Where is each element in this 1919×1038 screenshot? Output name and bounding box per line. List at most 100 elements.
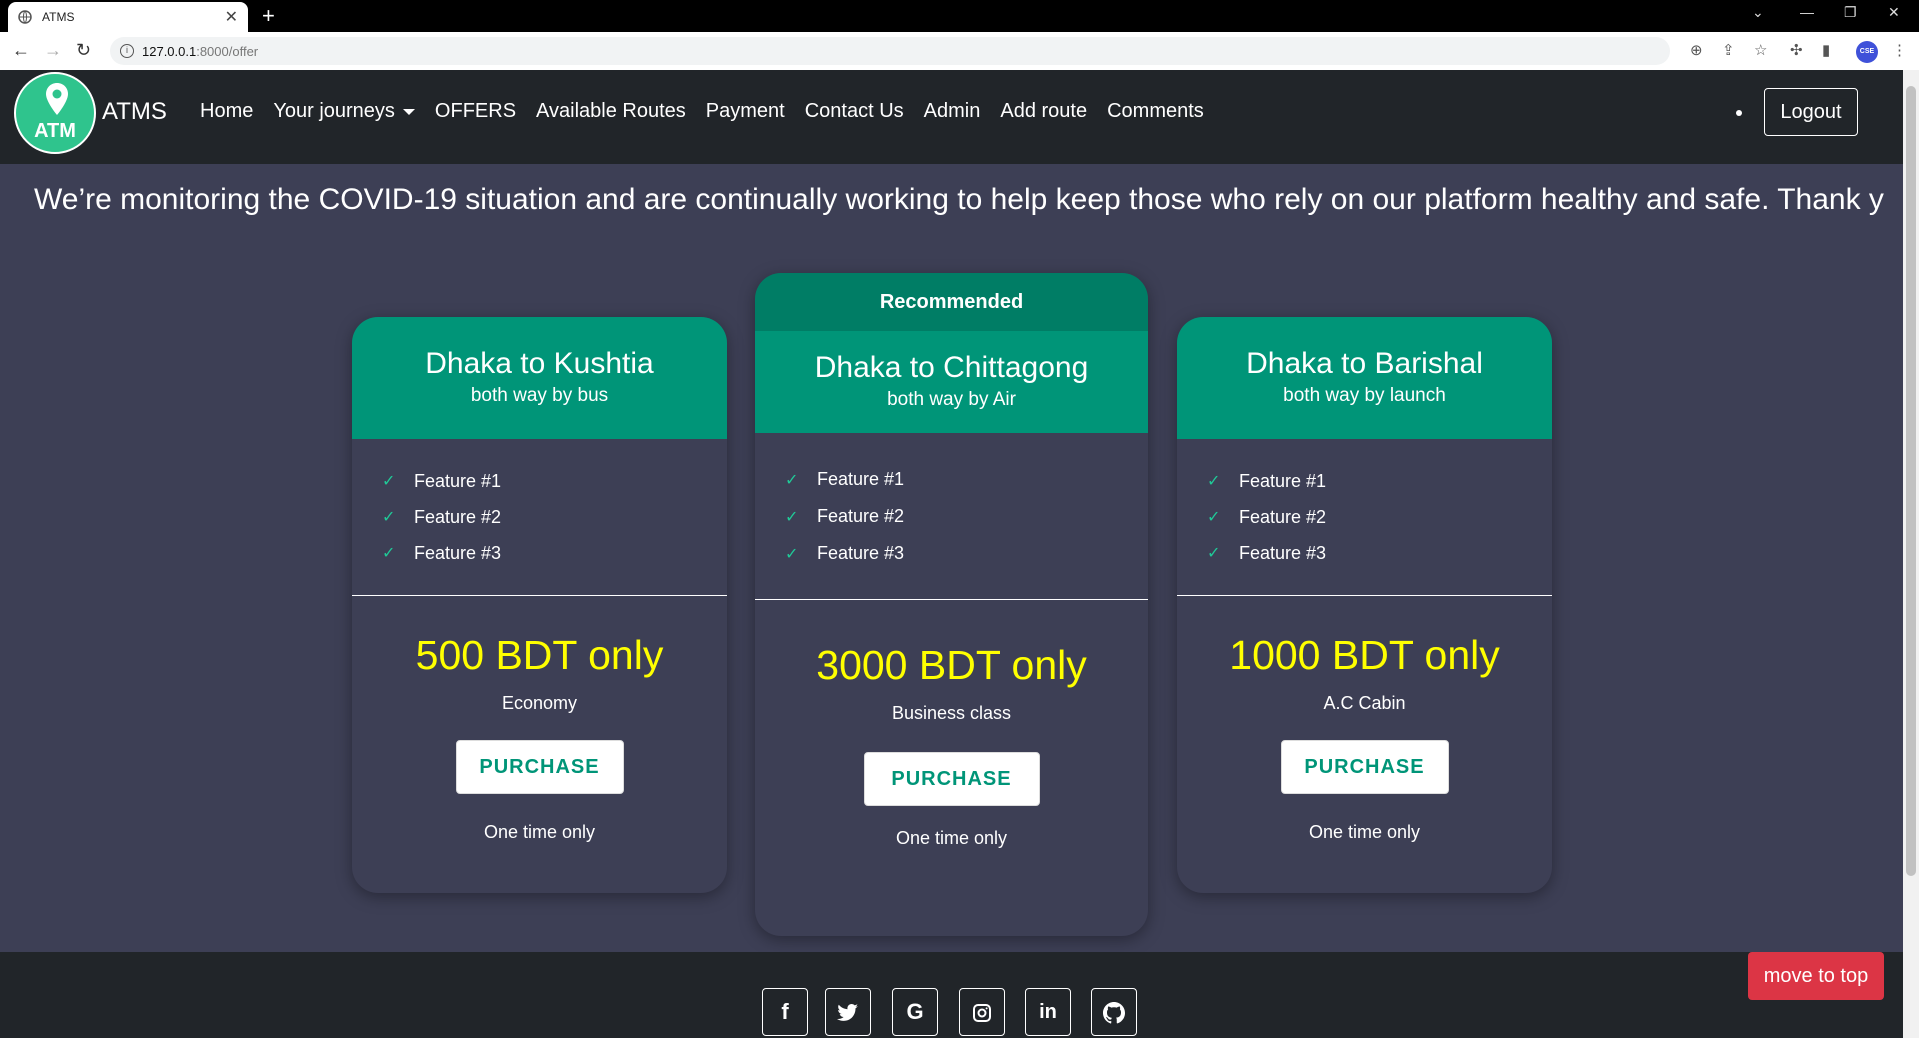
nav-add-route[interactable]: Add route	[1000, 100, 1087, 123]
zoom-icon[interactable]: ⊕	[1690, 42, 1703, 60]
reload-icon[interactable]: ↻	[76, 40, 91, 60]
feature-label: Feature #1	[1239, 470, 1327, 491]
facebook-icon[interactable]: f	[762, 988, 808, 1036]
nav-admin[interactable]: Admin	[924, 100, 981, 123]
nav-home[interactable]: Home	[200, 100, 253, 123]
check-icon: ✓	[785, 471, 799, 489]
nav-contact-us[interactable]: Contact Us	[805, 100, 904, 123]
brand-name[interactable]: ATMS	[102, 98, 167, 126]
browser-tab[interactable]: ATMS ✕	[8, 2, 248, 32]
close-tab-icon[interactable]: ✕	[225, 7, 238, 27]
close-window-icon[interactable]: ✕	[1888, 4, 1900, 21]
move-to-top-button[interactable]: move to top	[1748, 952, 1884, 1000]
browser-toolbar: ← → ↻ i 127.0.0.1:8000/offer ⊕ ⇪ ☆ ✣ ▮ ⋮	[0, 32, 1919, 70]
page-scrollbar[interactable]	[1903, 70, 1919, 1038]
nav-dot	[1736, 110, 1742, 116]
nav-payment[interactable]: Payment	[706, 100, 785, 123]
offer-note: One time only	[1308, 822, 1421, 842]
offer-card-kushtia: Dhaka to Kushtia both way by bus ✓ Featur…	[352, 317, 727, 893]
offer-card-header: Dhaka to Barishal both way by launch	[1177, 317, 1552, 439]
feature-item: ✓ Feature #1	[785, 461, 1148, 498]
feature-label: Feature #1	[414, 470, 502, 491]
map-pin-icon	[46, 83, 68, 115]
tab-title: ATMS	[42, 10, 75, 24]
twitter-icon[interactable]	[825, 988, 871, 1036]
extensions-icon[interactable]: ✣	[1790, 42, 1803, 60]
offer-price: 500 BDT only	[415, 632, 664, 678]
instagram-icon[interactable]	[959, 988, 1005, 1036]
forward-icon[interactable]: →	[44, 40, 62, 60]
feature-label: Feature #2	[1239, 506, 1327, 527]
address-bar[interactable]: i 127.0.0.1:8000/offer	[110, 37, 1670, 65]
covid-marquee: We’re monitoring the COVID-19 situation …	[34, 183, 1884, 216]
site-logo[interactable]: ATM	[14, 72, 96, 154]
offer-subtitle: both way by Air	[887, 389, 1016, 410]
nav-offers[interactable]: OFFERS	[435, 100, 516, 123]
offer-subtitle: both way by launch	[1283, 385, 1446, 406]
browser-tab-bar: ATMS ✕ + ⌄ — ❐ ✕	[0, 0, 1919, 32]
bookmark-star-icon[interactable]: ☆	[1754, 42, 1767, 60]
feature-item: ✓ Feature #2	[382, 499, 727, 535]
github-icon[interactable]	[1091, 988, 1137, 1036]
minimize-icon[interactable]: —	[1800, 4, 1814, 20]
offer-note: One time only	[895, 828, 1008, 848]
offer-title: Dhaka to Kushtia	[425, 347, 654, 380]
purchase-button[interactable]: PURCHASE	[863, 752, 1040, 806]
feature-label: Feature #3	[1239, 542, 1327, 563]
new-tab-icon[interactable]: +	[262, 4, 275, 28]
logout-button[interactable]: Logout	[1764, 88, 1858, 136]
offer-card-header: Dhaka to Kushtia both way by bus	[352, 317, 727, 439]
check-icon: ✓	[382, 545, 396, 562]
globe-icon	[18, 10, 32, 24]
offer-card-header: Dhaka to Chittagong both way by Air	[755, 331, 1148, 433]
recommended-badge: Recommended	[755, 273, 1148, 331]
menu-kebab-icon[interactable]: ⋮	[1892, 42, 1907, 60]
check-icon: ✓	[785, 508, 799, 526]
check-icon: ✓	[1207, 509, 1221, 526]
chevron-down-icon	[402, 108, 415, 115]
purchase-button[interactable]: PURCHASE	[455, 740, 624, 794]
nav-comments[interactable]: Comments	[1107, 100, 1204, 123]
url-host: 127.0.0.1	[142, 43, 197, 59]
offer-tier: A.C Cabin	[1323, 693, 1406, 713]
offer-tier: Business class	[891, 703, 1012, 723]
twitter-bird-shape	[837, 1004, 858, 1022]
offer-tier: Economy	[501, 693, 578, 713]
site-footer: f G in	[0, 952, 1903, 1038]
logo-text: ATM	[34, 120, 76, 142]
offer-price: 1000 BDT only	[1229, 632, 1500, 678]
share-icon[interactable]: ⇪	[1722, 42, 1735, 60]
linkedin-icon[interactable]: in	[1025, 988, 1071, 1036]
card-divider	[1177, 595, 1552, 596]
offer-card-chittagong: Recommended Dhaka to Chittagong both way…	[755, 273, 1148, 936]
tab-search-icon[interactable]: ⌄	[1752, 4, 1764, 21]
site-info-icon[interactable]: i	[120, 44, 134, 58]
profile-avatar[interactable]: CSE	[1856, 41, 1878, 63]
feature-list: ✓ Feature #1 ✓ Feature #2 ✓ Feature #3	[1177, 463, 1552, 571]
url-path: :8000/offer	[196, 43, 259, 59]
offer-subtitle: both way by bus	[470, 385, 609, 406]
google-icon[interactable]: G	[892, 988, 938, 1036]
restore-icon[interactable]: ❐	[1844, 4, 1857, 21]
feature-list: ✓ Feature #1 ✓ Feature #2 ✓ Feature #3	[755, 461, 1148, 572]
purchase-button[interactable]: PURCHASE	[1280, 740, 1449, 794]
feature-item: ✓ Feature #3	[382, 535, 727, 571]
check-icon: ✓	[1207, 545, 1221, 562]
feature-item: ✓ Feature #3	[785, 535, 1148, 572]
instagram-camera-shape	[973, 1004, 991, 1023]
nav-available-routes[interactable]: Available Routes	[536, 100, 686, 123]
back-icon[interactable]: ←	[12, 40, 30, 60]
check-icon: ✓	[785, 545, 799, 563]
nav-your-journeys-label: Your journeys	[273, 100, 395, 122]
nav-your-journeys[interactable]: Your journeys	[273, 100, 415, 123]
card-divider	[755, 599, 1148, 600]
site-navbar: ATM ATMS Home Your journeys OFFERS Avail…	[0, 70, 1903, 164]
scrollbar-thumb[interactable]	[1906, 86, 1916, 876]
feature-item: ✓ Feature #1	[382, 463, 727, 499]
offer-title: Dhaka to Chittagong	[814, 351, 1089, 384]
offer-note: One time only	[483, 822, 596, 842]
side-panel-icon[interactable]: ▮	[1822, 42, 1830, 60]
feature-label: Feature #2	[817, 506, 905, 526]
feature-item: ✓ Feature #2	[785, 498, 1148, 535]
feature-item: ✓ Feature #2	[1207, 499, 1552, 535]
